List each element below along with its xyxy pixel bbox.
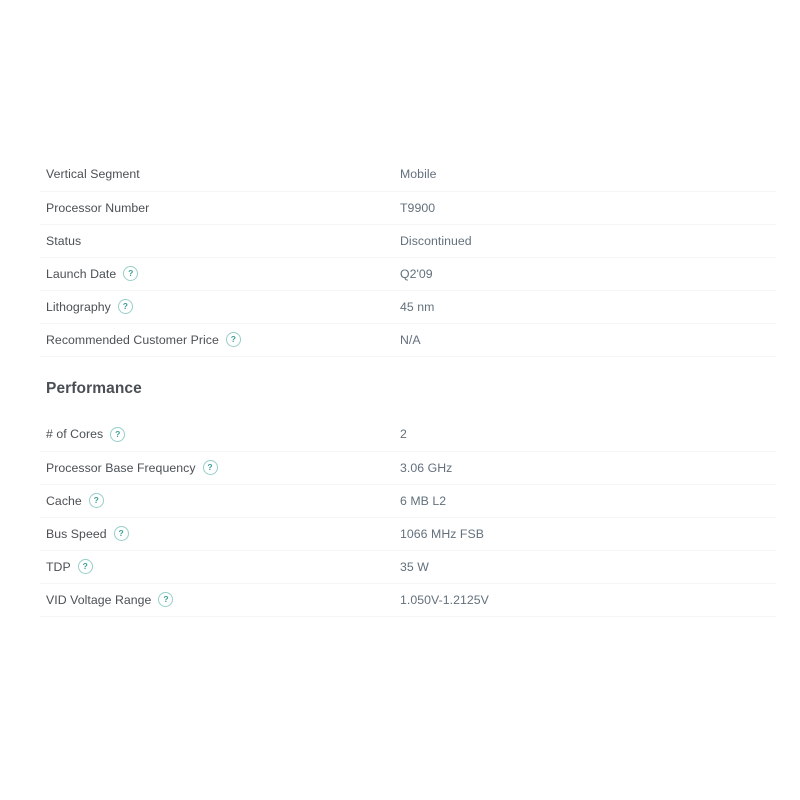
spec-table-body: # of Cores? 2 Processor Base Frequency? 3.0… [40,418,776,617]
spec-label-cell: Recommended Customer Price? [40,323,395,357]
spec-row: Cache? 6 MB L2 [40,484,776,518]
spec-value-cell: 1066 MHz FSB [395,517,776,551]
spec-label-text: Lithography [46,299,111,314]
spec-value-text: 1066 MHz FSB [400,526,484,541]
spec-label-cell: Vertical Segment [40,158,395,192]
spec-label-text: Vertical Segment [46,167,140,182]
spec-section-performance: Performance # of Cores? 2 Processor Base F… [40,380,776,617]
help-icon[interactable]: ? [158,592,174,607]
spec-value-cell: Mobile [395,158,776,192]
spec-label-cell: Bus Speed? [40,517,395,551]
help-icon[interactable]: ? [110,426,126,442]
spec-value-cell: 1.050V-1.2125V [395,583,776,617]
spec-value-cell: 6 MB L2 [395,484,776,518]
spec-table-essentials: Vertical Segment Mobile Processor Number T9… [40,158,776,357]
spec-label-group: Recommended Customer Price? [46,332,241,347]
spec-value-cell: Q2'09 [395,257,776,291]
spec-label-cell: Status [40,224,395,258]
spec-label-group: Status [46,234,81,248]
spec-label-cell: Cache? [40,484,395,518]
spec-label-text: Recommended Customer Price [46,332,219,347]
spec-value-text: 45 nm [400,299,435,314]
spec-label-cell: Launch Date? [40,257,395,291]
help-icon[interactable]: ? [225,332,241,347]
spec-label-group: # of Cores? [46,426,126,442]
spec-label-text: # of Cores [46,427,104,442]
spec-row: TDP? 35 W [40,550,776,584]
spec-value-cell: 2 [395,418,776,452]
help-icon[interactable]: ? [77,559,93,574]
spec-value-cell: N/A [395,323,776,357]
spec-label-group: TDP? [46,559,93,574]
spec-value-text: N/A [400,332,421,347]
spec-label-group: Bus Speed? [46,526,129,541]
spec-value-text: 6 MB L2 [400,493,447,508]
help-icon-glyph: ? [115,428,121,439]
spec-value-cell: 45 nm [395,290,776,324]
spec-label-text: TDP [46,559,71,574]
spec-row: Lithography? 45 nm [40,290,776,324]
spec-label-group: VID Voltage Range? [46,592,174,607]
spec-label-group: Cache? [46,493,104,508]
help-icon-glyph: ? [82,560,88,571]
spec-label-group: Launch Date? [46,266,139,281]
spec-label-cell: Processor Base Frequency? [40,451,395,485]
spec-value-text: Q2'09 [400,266,433,281]
help-icon[interactable]: ? [88,493,104,508]
help-icon[interactable]: ? [117,299,133,314]
spec-value-text: Discontinued [400,233,472,248]
spec-label-text: Cache [46,493,82,508]
help-icon[interactable]: ? [113,526,129,541]
spec-section-essentials: Vertical Segment Mobile Processor Number T9… [40,158,776,357]
spec-value-text: 3.06 GHz [400,460,453,475]
spec-value-cell: 3.06 GHz [395,451,776,485]
spec-row: # of Cores? 2 [40,418,776,452]
spec-row: Status Discontinued [40,224,776,258]
spec-label-cell: Lithography? [40,290,395,324]
spec-table-performance: # of Cores? 2 Processor Base Frequency? 3.0… [40,418,776,617]
spec-row: VID Voltage Range? 1.050V-1.2125V [40,583,776,617]
spec-label-group: Vertical Segment [46,167,140,181]
spec-value-cell: T9900 [395,191,776,225]
help-icon-glyph: ? [118,527,124,538]
spec-label-text: Processor Base Frequency [46,460,196,475]
spec-label-cell: # of Cores? [40,418,395,452]
spec-value-text: Mobile [400,167,437,182]
spec-value-text: 2 [400,427,407,442]
spec-label-cell: TDP? [40,550,395,584]
spec-label-text: Processor Number [46,200,150,215]
help-icon-glyph: ? [163,593,169,604]
spec-label-cell: Processor Number [40,191,395,225]
help-icon-glyph: ? [93,494,99,505]
spec-row: Bus Speed? 1066 MHz FSB [40,517,776,551]
help-icon-glyph: ? [122,300,128,311]
help-icon-glyph: ? [230,333,236,344]
help-icon[interactable]: ? [202,460,218,475]
spec-label-text: Bus Speed [46,526,107,541]
spec-label-group: Processor Base Frequency? [46,460,218,475]
spec-row: Processor Base Frequency? 3.06 GHz [40,451,776,485]
spec-label-text: Status [46,233,82,248]
spec-value-cell: 35 W [395,550,776,584]
spec-label-text: Launch Date [46,266,117,281]
spec-row: Processor Number T9900 [40,191,776,225]
section-heading-performance: Performance [46,380,142,397]
spec-label-group: Lithography? [46,299,133,314]
spec-label-group: Processor Number [46,201,149,215]
spec-table-body: Vertical Segment Mobile Processor Number T9… [40,158,776,357]
spec-row: Vertical Segment Mobile [40,158,776,192]
spec-value-cell: Discontinued [395,224,776,258]
spec-row: Launch Date? Q2'09 [40,257,776,291]
spec-value-text: T9900 [400,200,436,215]
help-icon[interactable]: ? [123,266,139,281]
spec-value-text: 35 W [400,559,429,574]
spec-row: Recommended Customer Price? N/A [40,323,776,357]
help-icon-glyph: ? [207,461,213,472]
help-icon-glyph: ? [128,267,134,278]
spec-sheet-page: Vertical Segment Mobile Processor Number T9… [0,0,800,800]
spec-value-text: 1.050V-1.2125V [400,592,489,607]
spec-label-cell: VID Voltage Range? [40,583,395,617]
spec-label-text: VID Voltage Range [46,592,152,607]
